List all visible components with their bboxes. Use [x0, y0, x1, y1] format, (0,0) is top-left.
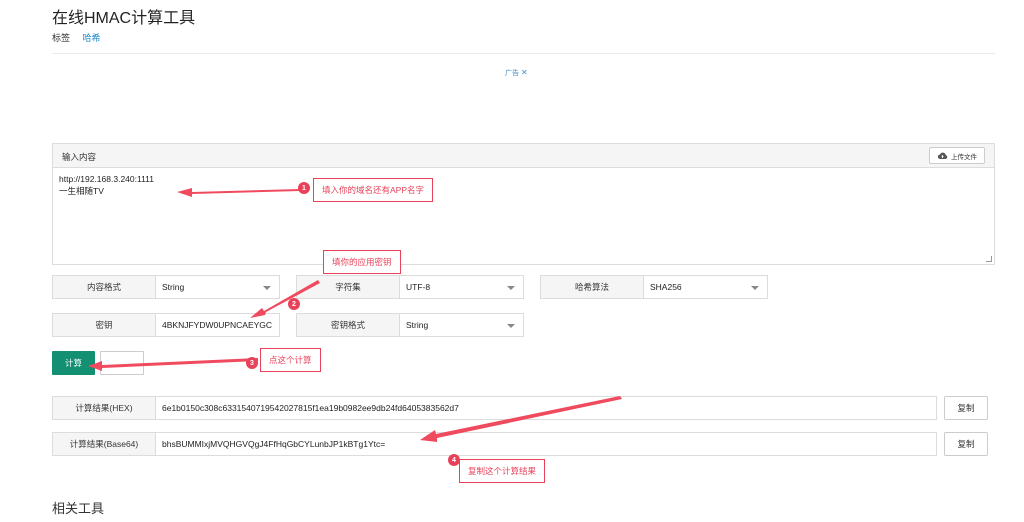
key-label: 密钥 — [53, 314, 156, 336]
hex-result-label: 计算结果(HEX) — [53, 397, 156, 419]
page-title: 在线HMAC计算工具 — [52, 10, 196, 27]
annotation-2: 填你的应用密钥 — [323, 250, 401, 274]
ad-text: 广告 — [505, 70, 519, 77]
input-panel-title: 输入内容 — [62, 152, 97, 162]
chevron-down-icon — [507, 324, 515, 328]
ad-close-icon[interactable]: ✕ — [521, 68, 528, 77]
tag-link-hash[interactable]: 哈希 — [83, 33, 101, 43]
upload-file-label: 上传文件 — [951, 153, 977, 161]
content-format-value: String — [162, 282, 185, 292]
title-divider — [52, 53, 995, 54]
copy-hex-button[interactable]: 复制 — [944, 396, 988, 420]
upload-file-button[interactable]: 上传文件 — [929, 147, 985, 164]
annotation-badge-1: 1 — [298, 182, 310, 194]
annotation-3: 点这个计算 — [260, 348, 321, 372]
tag-label: 标签 — [52, 33, 71, 43]
content-format-select[interactable]: String — [156, 276, 279, 298]
chevron-down-icon — [263, 286, 271, 290]
key-input[interactable]: 4BKNJFYDW0UPNCAEYGC — [156, 314, 279, 336]
annotation-badge-3: 3 — [246, 357, 258, 369]
hash-algo-label: 哈希算法 — [541, 276, 644, 298]
hex-result-field: 计算结果(HEX) 6e1b0150c308c63315407195420278… — [52, 396, 937, 420]
key-format-field: 密钥格式 String — [296, 313, 524, 337]
base64-result-output[interactable]: bhsBUMMIxjMVQHGVQgJ4FfHqGbCYLunbJP1kBTg1… — [156, 433, 936, 455]
key-value: 4BKNJFYDW0UPNCAEYGC — [162, 320, 273, 330]
tag-row: 标签 哈希 — [52, 31, 101, 44]
charset-select[interactable]: UTF-8 — [400, 276, 523, 298]
hex-result-value: 6e1b0150c308c6331540719542027815f1ea19b0… — [162, 403, 459, 413]
charset-label: 字符集 — [297, 276, 400, 298]
hash-algo-field: 哈希算法 SHA256 — [540, 275, 768, 299]
chevron-down-icon — [507, 286, 515, 290]
base64-result-field: 计算结果(Base64) bhsBUMMIxjMVQHGVQgJ4FfHqGbC… — [52, 432, 937, 456]
hash-algo-value: SHA256 — [650, 282, 682, 292]
charset-field: 字符集 UTF-8 — [296, 275, 524, 299]
input-panel-header: 输入内容 上传文件 — [53, 144, 994, 168]
key-format-select[interactable]: String — [400, 314, 523, 336]
related-tools-title: 相关工具 — [52, 501, 105, 516]
ad-label[interactable]: 广告 ✕ — [505, 68, 528, 78]
cloud-upload-icon — [937, 152, 948, 159]
annotation-badge-2: 2 — [288, 298, 300, 310]
annotation-4: 复制这个计算结果 — [459, 459, 545, 483]
resize-handle[interactable] — [986, 256, 992, 262]
chevron-down-icon — [751, 286, 759, 290]
content-input[interactable]: http://192.168.3.240:1111 一生相随TV — [53, 168, 994, 264]
annotation-1: 填入你的域名还有APP名字 — [313, 178, 433, 202]
content-format-label: 内容格式 — [53, 276, 156, 298]
key-format-value: String — [406, 320, 429, 330]
key-field: 密钥 4BKNJFYDW0UPNCAEYGC — [52, 313, 280, 337]
copy-base64-button[interactable]: 复制 — [944, 432, 988, 456]
hash-algo-select[interactable]: SHA256 — [644, 276, 767, 298]
base64-result-label: 计算结果(Base64) — [53, 433, 156, 455]
calculate-button[interactable]: 计算 — [52, 351, 95, 375]
input-panel: 输入内容 上传文件 http://192.168.3.240:1111 一生相随… — [52, 143, 995, 265]
charset-value: UTF-8 — [406, 282, 431, 292]
base64-result-value: bhsBUMMIxjMVQHGVQgJ4FfHqGbCYLunbJP1kBTg1… — [162, 439, 386, 449]
key-format-label: 密钥格式 — [297, 314, 400, 336]
secondary-button[interactable] — [100, 351, 144, 375]
content-format-field: 内容格式 String — [52, 275, 280, 299]
hex-result-output[interactable]: 6e1b0150c308c6331540719542027815f1ea19b0… — [156, 397, 936, 419]
